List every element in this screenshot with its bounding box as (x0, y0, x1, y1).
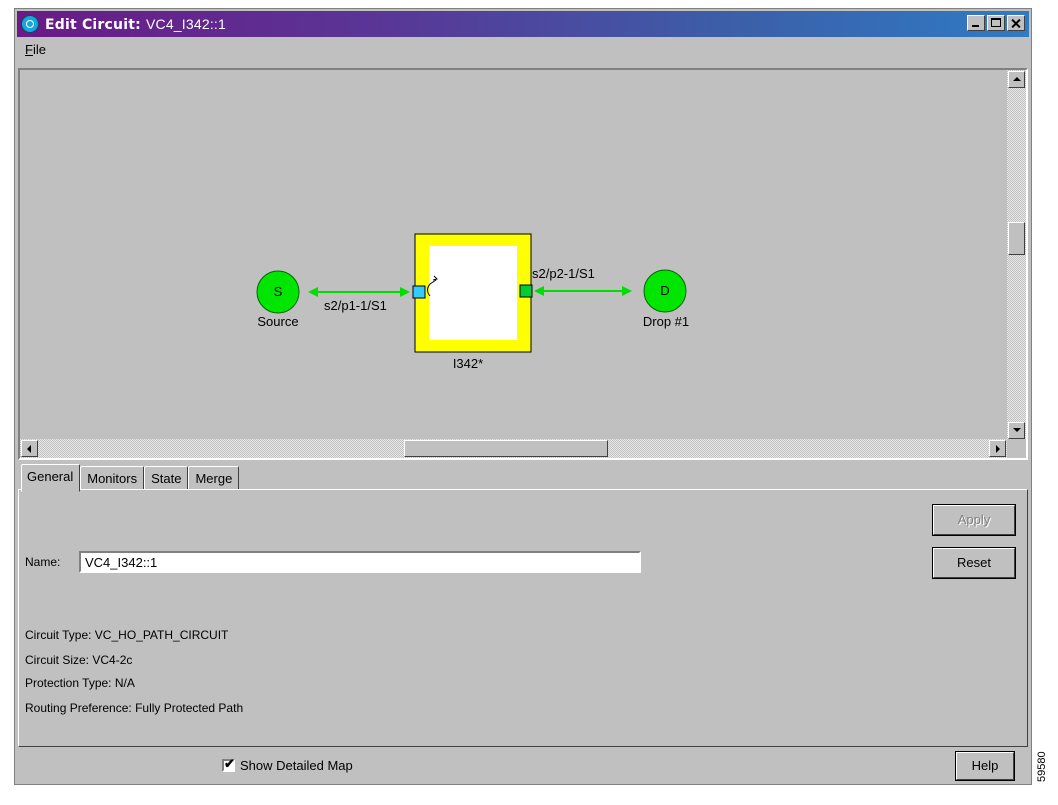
menu-file[interactable]: File (25, 42, 46, 57)
reset-button[interactable]: Reset (932, 547, 1016, 579)
minimize-icon[interactable] (967, 15, 985, 31)
menu-file-label: ile (32, 42, 46, 57)
title-circuit-name: VC4_I342::1 (145, 16, 227, 32)
edit-circuit-window: Edit Circuit: VC4_I342::1 File S Source … (14, 8, 1032, 785)
port-in-icon[interactable] (412, 285, 426, 299)
circuit-map-view[interactable]: S Source s2/p1-1/S1 I342* s2/p2-1/S1 D D… (18, 68, 1028, 460)
circuit-type: Circuit Type: VC_HO_PATH_CIRCUIT (25, 628, 229, 642)
show-detailed-map-label[interactable]: Show Detailed Map (240, 758, 353, 773)
general-panel: Apply Reset Name: Circuit Type: VC_HO_PA… (18, 489, 1028, 747)
source-node-letter: S (274, 284, 283, 299)
drop-node-letter: D (660, 283, 669, 298)
circuit-size: Circuit Size: VC4-2c (25, 653, 133, 667)
show-detailed-map-checkbox[interactable]: ✔ (222, 756, 235, 772)
tab-bar: General Monitors State Merge (21, 464, 240, 492)
footer-bar: ✔ Show Detailed Map Help (18, 750, 1028, 784)
protection-type: Protection Type: N/A (25, 676, 135, 690)
routing-preference: Routing Preference: Fully Protected Path (25, 701, 244, 715)
horizontal-scroll-thumb[interactable] (404, 440, 608, 457)
menu-file-mnemonic: F (25, 42, 33, 57)
tab-general[interactable]: General (21, 464, 81, 492)
name-label: Name: (25, 555, 61, 569)
vertical-scroll-thumb[interactable] (1008, 222, 1025, 255)
check-mark-icon: ✔ (224, 756, 235, 771)
maximize-icon[interactable] (987, 15, 1005, 31)
help-button[interactable]: Help (955, 751, 1015, 781)
network-node-body (429, 246, 517, 340)
close-icon[interactable] (1007, 15, 1025, 31)
port-in-label: s2/p1-1/S1 (324, 298, 387, 313)
horizontal-scrollbar[interactable] (20, 439, 1026, 458)
circuit-diagram: S Source s2/p1-1/S1 I342* s2/p2-1/S1 D D… (256, 233, 689, 371)
window-title: Edit Circuit: VC4_I342::1 (45, 16, 226, 33)
scroll-down-icon[interactable] (1008, 422, 1025, 439)
scroll-left-icon[interactable] (21, 440, 38, 457)
vertical-scrollbar[interactable] (1007, 70, 1026, 440)
apply-button[interactable]: Apply (932, 504, 1016, 536)
window-controls (967, 15, 1025, 31)
source-label: Source (257, 314, 298, 329)
menu-bar: File (17, 39, 1029, 59)
name-field[interactable] (79, 551, 641, 573)
port-out-icon[interactable] (519, 284, 533, 298)
drop-label: Drop #1 (643, 314, 689, 329)
scroll-corner (1007, 439, 1026, 458)
port-out-label: s2/p2-1/S1 (532, 266, 595, 281)
figure-id: 59580 (1036, 751, 1048, 782)
title-bar[interactable]: Edit Circuit: VC4_I342::1 (17, 11, 1029, 37)
scroll-up-icon[interactable] (1008, 71, 1025, 88)
scroll-right-icon[interactable] (989, 440, 1006, 457)
app-icon (21, 15, 39, 33)
title-label: Edit Circuit: (45, 17, 141, 33)
network-node-label: I342* (453, 356, 483, 371)
